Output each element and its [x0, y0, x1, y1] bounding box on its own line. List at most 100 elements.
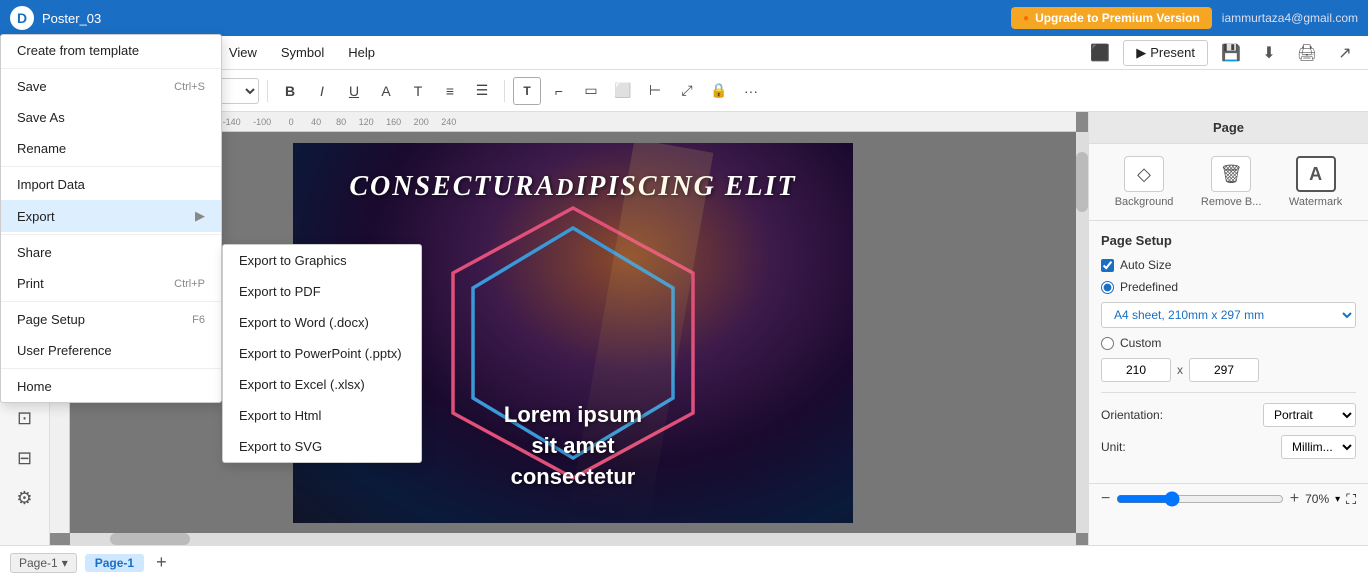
- menu-save[interactable]: Save Ctrl+S: [1, 71, 221, 102]
- panel-divider-1: [1101, 392, 1356, 393]
- zoom-slider[interactable]: [1116, 491, 1283, 507]
- unit-select[interactable]: Millim... Inches Pixels: [1281, 435, 1356, 459]
- menu-bar-right: ⬛ ▶ Present 💾 ⬇ 🖨 ↗: [1085, 38, 1360, 68]
- orientation-label: Orientation:: [1101, 408, 1163, 422]
- zoom-value[interactable]: 70%: [1305, 492, 1329, 506]
- predefined-text: Predefined: [1120, 280, 1178, 294]
- menu-home[interactable]: Home: [1, 371, 221, 402]
- print-icon[interactable]: 🖨: [1292, 38, 1322, 68]
- orientation-select[interactable]: Portrait Landscape: [1263, 403, 1356, 427]
- font-color-button[interactable]: A: [372, 77, 400, 105]
- zoom-minus-icon[interactable]: −: [1101, 490, 1110, 508]
- export-submenu: Export to Graphics Export to PDF Export …: [222, 244, 422, 463]
- auto-size-checkbox[interactable]: [1101, 259, 1114, 272]
- lock-button[interactable]: 🔒: [705, 77, 733, 105]
- menu-print[interactable]: Print Ctrl+P: [1, 268, 221, 299]
- save-icon[interactable]: 💾: [1216, 38, 1246, 68]
- custom-row: Custom: [1101, 336, 1356, 350]
- watermark-icon-item[interactable]: A Watermark: [1289, 156, 1342, 208]
- file-menu-dropdown: Create from template Save Ctrl+S Save As…: [0, 34, 222, 403]
- menu-item-view[interactable]: View: [219, 41, 267, 64]
- fullscreen-icon[interactable]: ⛶: [1346, 491, 1356, 508]
- menu-print-label: Print: [17, 276, 44, 291]
- stack-button[interactable]: ▭: [577, 77, 605, 105]
- menu-save-label: Save: [17, 79, 47, 94]
- panel-body: Page Setup Auto Size Predefined A4 sheet…: [1089, 221, 1368, 479]
- layer-button[interactable]: ⬜: [609, 77, 637, 105]
- predefined-radio[interactable]: [1101, 281, 1114, 294]
- sidebar-group-icon[interactable]: ⊡: [7, 400, 43, 436]
- page-name-active[interactable]: Page-1: [85, 554, 144, 572]
- download-icon[interactable]: ⬇: [1254, 38, 1284, 68]
- watermark-label: Watermark: [1289, 196, 1342, 208]
- export-html[interactable]: Export to Html: [223, 400, 421, 431]
- text-style-button[interactable]: T: [404, 77, 432, 105]
- menu-page-setup[interactable]: Page Setup F6: [1, 304, 221, 335]
- share-icon[interactable]: ↗: [1330, 38, 1360, 68]
- text-box-button[interactable]: T: [513, 77, 541, 105]
- menu-rename[interactable]: Rename: [1, 133, 221, 164]
- page-tab[interactable]: Page-1 ▾: [10, 553, 77, 573]
- dimensions-x: x: [1177, 363, 1183, 377]
- export-pptx[interactable]: Export to PowerPoint (.pptx): [223, 338, 421, 369]
- predefined-select[interactable]: A4 sheet, 210mm x 297 mm: [1101, 302, 1356, 328]
- sidebar-settings-icon[interactable]: ⚙: [7, 480, 43, 516]
- vertical-scrollbar[interactable]: [1076, 132, 1088, 533]
- underline-button[interactable]: U: [340, 77, 368, 105]
- menu-item-help[interactable]: Help: [338, 41, 385, 64]
- remove-bg-icon-item[interactable]: 🗑 Remove B...: [1201, 156, 1262, 208]
- paragraph-button[interactable]: ☰: [468, 77, 496, 105]
- bold-button[interactable]: B: [276, 77, 304, 105]
- export-excel[interactable]: Export to Excel (.xlsx): [223, 369, 421, 400]
- custom-label[interactable]: Custom: [1101, 336, 1161, 350]
- custom-radio[interactable]: [1101, 337, 1114, 350]
- export-pdf[interactable]: Export to PDF: [223, 276, 421, 307]
- auto-size-label[interactable]: Auto Size: [1101, 258, 1171, 272]
- italic-button[interactable]: I: [308, 77, 336, 105]
- crop-button[interactable]: ⌐: [545, 77, 573, 105]
- resize-button[interactable]: ⤢: [673, 77, 701, 105]
- menu-export-arrow-icon: ▶: [195, 208, 205, 224]
- predefined-label[interactable]: Predefined: [1101, 280, 1178, 294]
- poster-text-center: Lorem ipsumsit ametconsectetur: [504, 400, 642, 492]
- menu-save-as[interactable]: Save As: [1, 102, 221, 133]
- upgrade-button[interactable]: Upgrade to Premium Version: [1011, 7, 1212, 29]
- menu-import-data[interactable]: Import Data: [1, 169, 221, 200]
- menu-share-label: Share: [17, 245, 52, 260]
- horizontal-scrollbar[interactable]: [70, 533, 1076, 545]
- export-word[interactable]: Export to Word (.docx): [223, 307, 421, 338]
- unit-label: Unit:: [1101, 440, 1126, 454]
- export-svg[interactable]: Export to SVG: [223, 431, 421, 462]
- align-button[interactable]: ⊢: [641, 77, 669, 105]
- add-page-button[interactable]: +: [156, 552, 167, 573]
- title-bar-right: Upgrade to Premium Version iammurtaza4@g…: [1011, 7, 1358, 29]
- predefined-row: Predefined: [1101, 280, 1356, 294]
- width-input[interactable]: [1101, 358, 1171, 382]
- zoom-chevron-icon[interactable]: ▾: [1335, 494, 1340, 505]
- menu-rename-label: Rename: [17, 141, 66, 156]
- auto-size-text: Auto Size: [1120, 258, 1171, 272]
- menu-create-template[interactable]: Create from template: [1, 35, 221, 66]
- export-graphics[interactable]: Export to Graphics: [223, 245, 421, 276]
- dropdown-sep-3: [1, 234, 221, 235]
- screen-icon[interactable]: ⬛: [1085, 38, 1115, 68]
- title-bar: D Poster_03 Upgrade to Premium Version i…: [0, 0, 1368, 36]
- more-button[interactable]: ···: [737, 77, 765, 105]
- menu-share[interactable]: Share: [1, 237, 221, 268]
- watermark-icon: A: [1296, 156, 1336, 192]
- height-input[interactable]: [1189, 358, 1259, 382]
- title-bar-left: D Poster_03: [10, 6, 101, 30]
- custom-text: Custom: [1120, 336, 1161, 350]
- dropdown-sep-1: [1, 68, 221, 69]
- menu-export[interactable]: Export ▶: [1, 200, 221, 232]
- background-icon-item[interactable]: ◇ Background: [1115, 156, 1174, 208]
- present-play-icon: ▶: [1136, 45, 1146, 61]
- sidebar-grid2-icon[interactable]: ⊟: [7, 440, 43, 476]
- menu-user-pref[interactable]: User Preference: [1, 335, 221, 366]
- menu-item-symbol[interactable]: Symbol: [271, 41, 334, 64]
- zoom-plus-icon[interactable]: +: [1290, 490, 1299, 508]
- present-button[interactable]: ▶ Present: [1123, 40, 1208, 66]
- unit-row: Unit: Millim... Inches Pixels: [1101, 435, 1356, 459]
- orientation-row: Orientation: Portrait Landscape: [1101, 403, 1356, 427]
- align-center-button[interactable]: ≡: [436, 77, 464, 105]
